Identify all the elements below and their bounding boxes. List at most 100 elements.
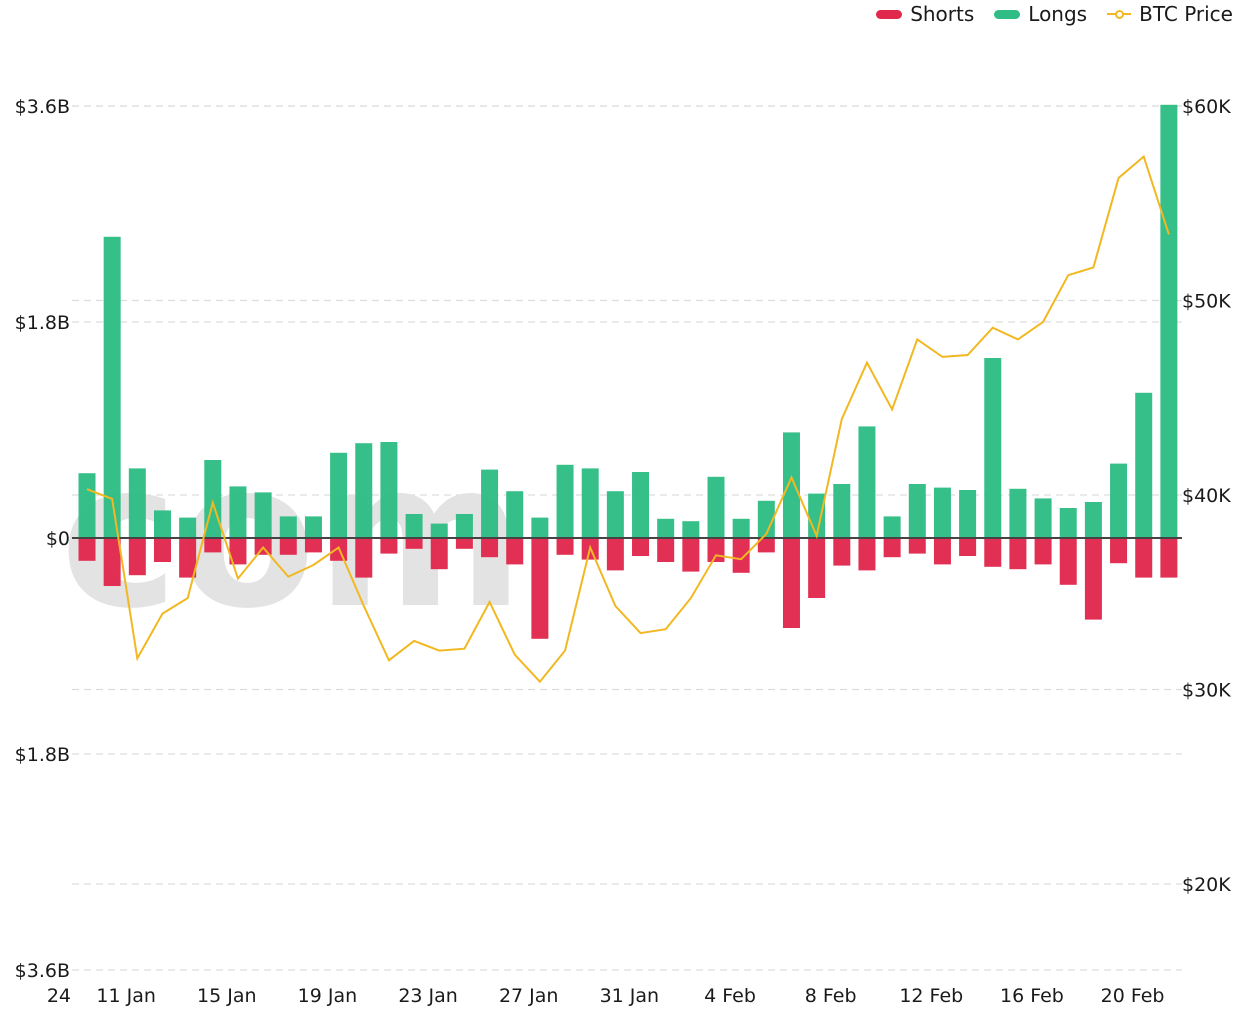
short-bar [1009,538,1027,570]
liquidations-chart: com $3.6B$1.8B$0$1.8B$3.6B $60K$50K$40K$… [15,96,1232,1007]
short-bar [405,538,423,549]
long-bar [455,514,473,538]
long-bar [556,464,574,538]
short-bar [984,538,1002,567]
short-bar [204,538,222,553]
short-bar [506,538,524,565]
x-axis-tick-label: 8 Feb [805,985,857,1007]
short-bar [103,538,121,586]
short-bar [682,538,700,572]
right-axis-tick-label: $60K [1182,96,1231,118]
long-bar [1009,488,1027,538]
long-bar [330,452,348,538]
short-bar [380,538,398,554]
short-bar [933,538,951,565]
x-axis-tick-label: 31 Jan [600,985,660,1007]
long-bar [128,468,146,538]
long-bar [682,521,700,538]
long-bar [833,484,851,538]
x-axis-tick-label: 12 Feb [899,985,963,1007]
short-bar [1059,538,1077,585]
short-bar [833,538,851,566]
long-bar [380,442,398,538]
bars [78,104,1178,639]
long-bar [229,486,247,538]
short-bar [455,538,473,549]
long-bar [506,491,524,538]
long-bar [984,358,1002,538]
long-bar [481,469,499,538]
x-axis-tick-label: 11 Jan [96,985,156,1007]
left-axis-tick-label: $1.8B [15,744,70,766]
long-bar [858,426,876,538]
short-bar [304,538,322,553]
x-axis-tick-label: 27 Jan [499,985,559,1007]
x-axis-tick-label: 20 Feb [1101,985,1165,1007]
short-bar [1135,538,1153,578]
long-bar [78,473,96,538]
long-bar [1160,104,1178,539]
x-axis-tick-label: 23 Jan [398,985,458,1007]
short-bar [78,538,96,561]
short-bar [1084,538,1102,620]
x-axis: 24 11 Jan 15 Jan 19 Jan 23 Jan 27 Jan 31 Jan 4 … [47,985,1165,1007]
short-bar [606,538,624,571]
left-axis-tick-label: $0 [46,528,70,550]
long-bar [153,510,171,538]
left-axis-tick-label: $3.6B [15,96,70,118]
right-axis-tick-label: $30K [1182,680,1231,702]
right-axis-tick-label: $40K [1182,485,1231,507]
long-bar [179,517,197,538]
short-bar [732,538,750,573]
long-bar [908,484,926,538]
long-bar [430,523,448,538]
right-axis: $60K $50K $40K $30K $20K [1182,96,1231,896]
short-bar [858,538,876,571]
short-bar [531,538,549,639]
long-bar [606,491,624,538]
long-bar [883,516,901,538]
x-axis-tick-label: 4 Feb [704,985,756,1007]
long-bar [657,518,675,538]
long-bar [1110,463,1128,538]
short-bar [782,538,800,628]
long-bar [405,514,423,538]
left-axis-tick-label: $1.8B [15,312,70,334]
long-bar [1059,508,1077,538]
short-bar [959,538,977,556]
long-bar [103,236,121,539]
long-bar [1135,392,1153,538]
short-bar [1160,538,1178,578]
left-axis-tick-label: $3.6B [15,960,70,982]
short-bar [1034,538,1052,565]
short-bar [279,538,297,555]
long-bar [732,518,750,538]
long-bar [707,476,725,538]
right-axis-tick-label: $50K [1182,291,1231,313]
long-bar [632,472,650,538]
short-bar [430,538,448,570]
x-axis-tick-label: 24 [47,985,71,1007]
short-bar [657,538,675,562]
long-bar [581,468,599,538]
short-bar [481,538,499,558]
x-axis-tick-label: 19 Jan [298,985,358,1007]
long-bar [279,516,297,538]
long-bar [1034,498,1052,538]
long-bar [304,516,322,538]
x-axis-tick-label: 16 Feb [1000,985,1064,1007]
long-bar [782,432,800,538]
short-bar [556,538,574,555]
short-bar [355,538,373,578]
long-bar [959,490,977,538]
short-bar [883,538,901,558]
short-bar [128,538,146,576]
short-bar [632,538,650,556]
short-bar [707,538,725,562]
long-bar [933,487,951,538]
short-bar [908,538,926,554]
short-bar [153,538,171,562]
short-bar [1110,538,1128,564]
long-bar [531,517,549,538]
left-axis: $3.6B $1.8B $0 $1.8B $3.6B [15,96,70,982]
